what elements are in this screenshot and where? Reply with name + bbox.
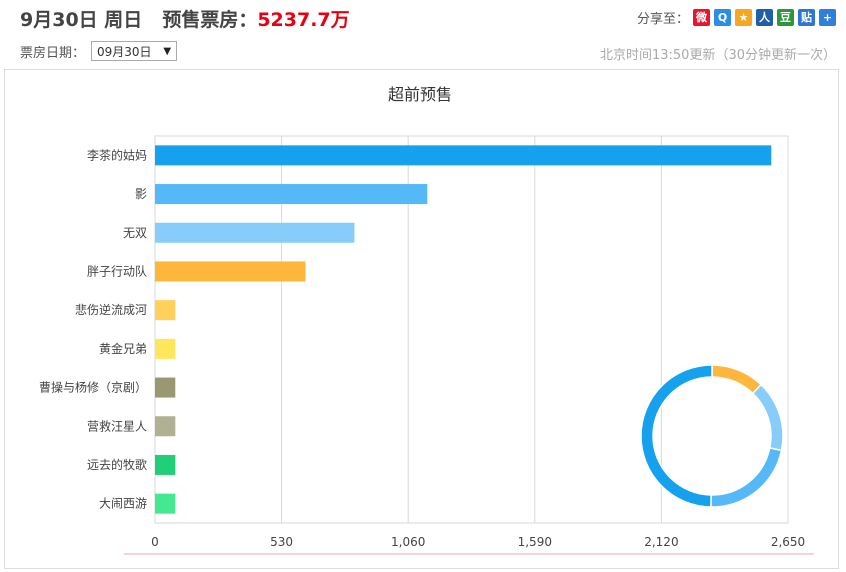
x-tick-label: 530 (270, 535, 293, 549)
category-label: 曹操与杨修（京剧） (39, 380, 147, 395)
weibo-icon[interactable]: 微 (693, 9, 710, 26)
chart-panel: 超前预售 李茶的姑妈影无双胖子行动队悲伤逆流成河黄金兄弟曹操与杨修（京剧） 营救汪… (4, 69, 839, 569)
x-tick-label: 1,060 (391, 535, 425, 549)
bar[interactable] (155, 222, 355, 243)
date-picker-label: 票房日期： (20, 45, 86, 61)
chevron-down-icon: ▼ (163, 45, 172, 57)
chart-title: 超前预售 (388, 85, 452, 104)
category-label: 营救汪星人 (87, 418, 147, 433)
weekday-text: 周日 (104, 9, 143, 31)
presale-chart: 超前预售 李茶的姑妈影无双胖子行动队悲伤逆流成河黄金兄弟曹操与杨修（京剧） 营救汪… (39, 85, 805, 549)
share-label: 分享至： (636, 12, 689, 27)
category-label: 李茶的姑妈 (87, 147, 147, 162)
qzone-icon[interactable]: Q (714, 9, 731, 26)
bar[interactable] (155, 145, 772, 166)
x-tick-label: 1,590 (518, 535, 552, 549)
category-label: 无双 (123, 226, 147, 240)
category-label: 远去的牧歌 (87, 457, 147, 472)
donut-slice[interactable] (640, 364, 713, 508)
category-label: 大闹西游 (99, 497, 147, 511)
x-tick-label: 2,650 (771, 535, 805, 549)
date-select-value: 09月30日 (97, 44, 152, 59)
x-tick-labels: 0 530 1,060 1,590 2,120 2,650 (151, 535, 805, 549)
presale-amount: 5237.7万 (257, 9, 350, 31)
donut-slice[interactable] (710, 447, 783, 508)
category-label: 悲伤逆流成河 (75, 302, 147, 317)
date-select[interactable]: 09月30日 ▼ (91, 41, 178, 61)
share-icons: 微 Q ★ 人豆贴 + (689, 9, 836, 26)
x-tick-label: 2,120 (644, 535, 678, 549)
update-info: 北京时间13:50更新（30分钟更新一次） (599, 48, 836, 63)
donut-slice[interactable] (751, 383, 784, 452)
donut-slice[interactable] (711, 364, 763, 395)
bar[interactable] (155, 338, 176, 359)
bar-layer (155, 145, 772, 514)
qq-star-icon[interactable]: ★ (735, 9, 752, 26)
donut-chart (640, 364, 784, 508)
x-tick-label: 0 (151, 535, 159, 549)
bar[interactable] (155, 300, 176, 321)
presale-label: 预售票房： (162, 9, 258, 31)
category-label: 黄金兄弟 (99, 341, 147, 356)
douban-icon[interactable]: 豆 (777, 9, 794, 26)
bar[interactable] (155, 493, 176, 514)
category-label: 胖子行动队 (87, 263, 147, 278)
date-text: 9月30日 (20, 9, 98, 31)
date-picker-row: 票房日期： 09月30日 ▼ (20, 41, 178, 61)
category-label: 影 (135, 187, 147, 201)
bar[interactable] (155, 184, 428, 205)
bottom-divider (124, 553, 814, 555)
share-bar: 分享至： 微 Q ★ 人豆贴 + (637, 8, 836, 27)
presale-title: 9月30日 周日 预售票房：5237.7万 (20, 5, 350, 32)
bar[interactable] (155, 261, 306, 282)
renren-icon[interactable]: 人 (756, 9, 773, 26)
bar[interactable] (155, 416, 176, 437)
tieba-icon[interactable]: 贴 (798, 9, 815, 26)
bar[interactable] (155, 454, 176, 475)
category-labels: 李茶的姑妈影无双胖子行动队悲伤逆流成河黄金兄弟曹操与杨修（京剧） 营救汪星人远去的… (39, 147, 147, 510)
more-share-icon[interactable]: + (819, 9, 836, 26)
bar[interactable] (155, 377, 176, 398)
page-header: 9月30日 周日 预售票房：5237.7万 分享至： 微 Q ★ 人豆贴 + 票房日期： … (0, 0, 846, 70)
